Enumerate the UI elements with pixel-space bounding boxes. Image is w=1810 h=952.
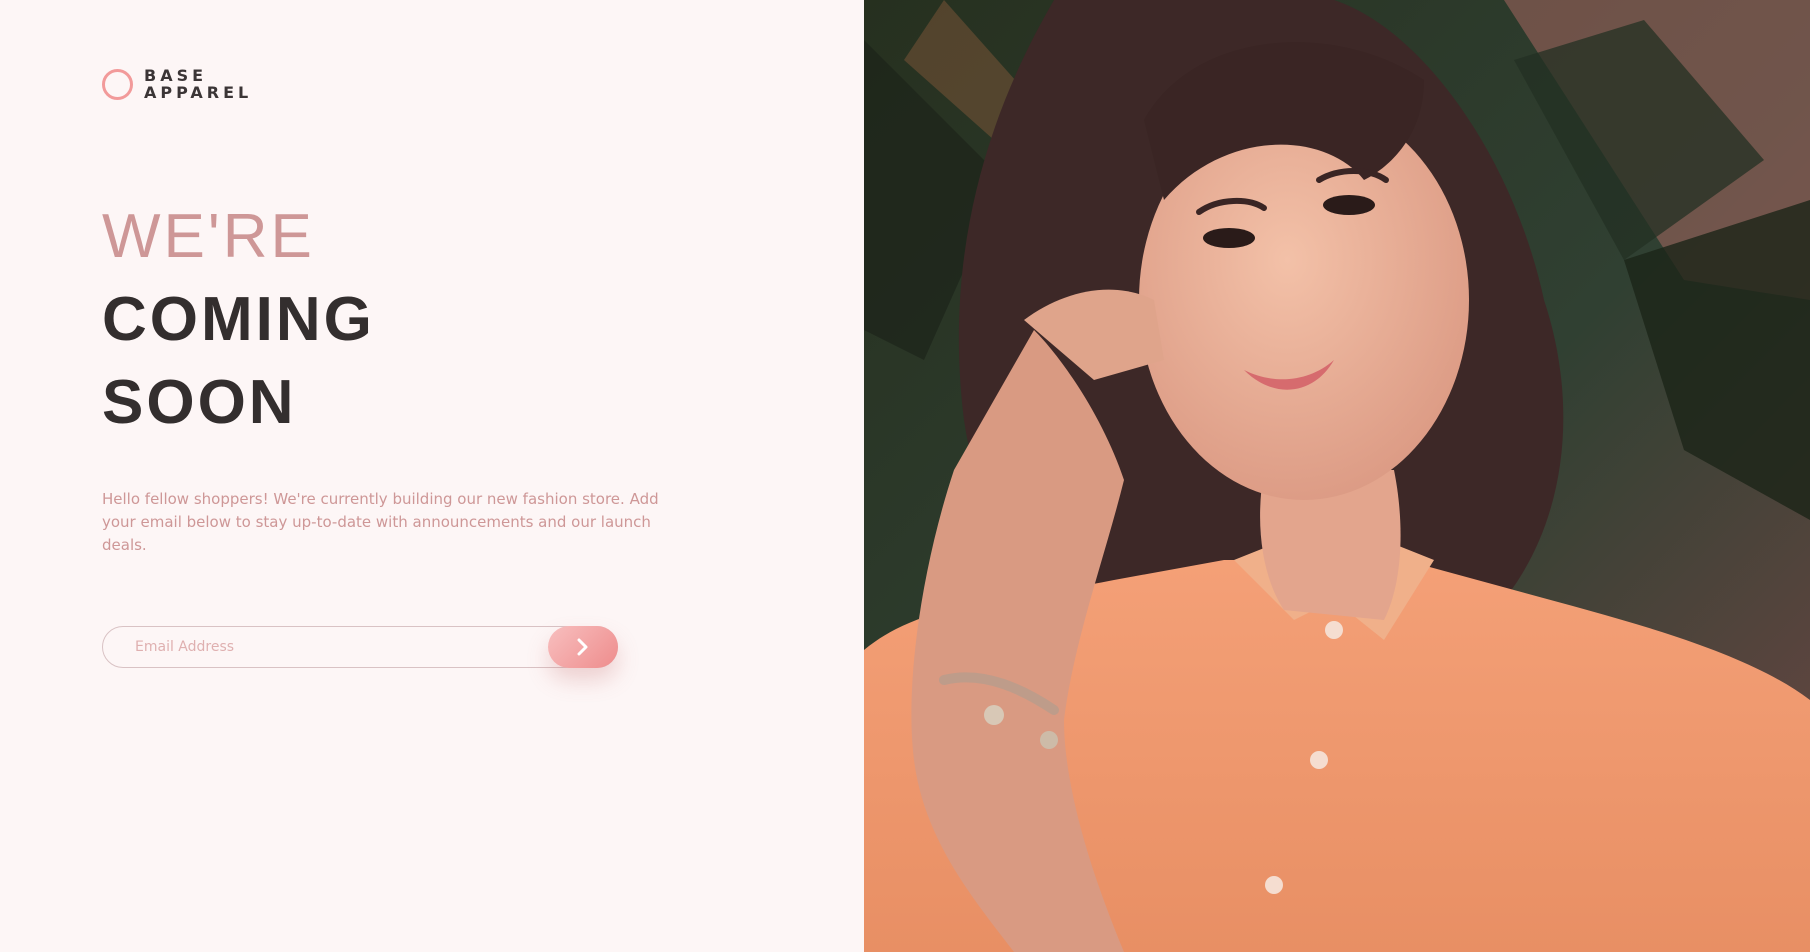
hero-image <box>864 0 1810 952</box>
coming-soon-page: BASE APPAREL WE'RE COMING SOON Hello fel… <box>0 0 1810 952</box>
email-input[interactable] <box>102 626 618 668</box>
email-signup-form <box>102 626 618 668</box>
logo-line-2: APPAREL <box>144 83 253 102</box>
logo-circle-icon <box>102 68 133 100</box>
logo-text: BASE APPAREL <box>144 67 252 101</box>
headline-line-1: WE'RE <box>102 202 315 271</box>
content-panel: BASE APPAREL WE'RE COMING SOON Hello fel… <box>0 0 864 952</box>
headline-line-2: COMING <box>102 285 375 354</box>
logo-line-1: BASE <box>144 66 208 85</box>
logo: BASE APPAREL <box>102 67 252 101</box>
headline: WE'RE COMING SOON <box>102 195 375 444</box>
headline-line-3: SOON <box>102 368 297 437</box>
intro-text: Hello fellow shoppers! We're currently b… <box>102 490 659 554</box>
hero-photo <box>864 0 1810 952</box>
chevron-right-icon <box>577 638 589 656</box>
submit-button[interactable] <box>548 626 618 668</box>
